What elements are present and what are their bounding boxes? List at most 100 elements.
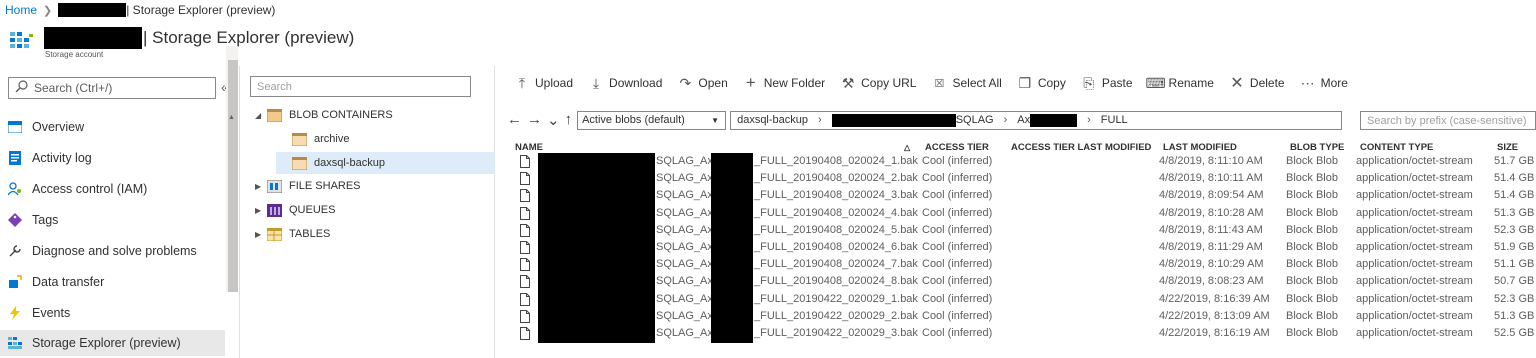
storage-explorer-logo-icon [10, 32, 33, 48]
tree-node-archive[interactable]: archive [292, 128, 349, 150]
nav-item-diagnose[interactable]: Diagnose and solve problems [7, 238, 225, 264]
tree-node-tables[interactable]: ▶ TABLES [255, 223, 330, 245]
overview-icon [7, 119, 23, 135]
up-arrow-icon[interactable]: ↑ [565, 111, 573, 129]
nav-item-access-control[interactable]: Access control (IAM) [7, 176, 225, 202]
menu-scrollbar-thumb[interactable] [228, 60, 238, 292]
column-header-access-tier-last-modified[interactable]: ACCESS TIER LAST MODIFIED [1011, 142, 1151, 153]
scroll-up-arrow-icon[interactable]: ▲ [228, 114, 235, 121]
column-header-access-tier[interactable]: ACCESS TIER [925, 142, 989, 153]
menu-search-placeholder: Search (Ctrl+/) [34, 81, 113, 95]
blob-row[interactable]: SQLAG_Ax _FULL_20190408_020024_4.bak Cool … [496, 204, 1536, 223]
tree-node-file-shares[interactable]: ▶ FILE SHARES [255, 175, 361, 197]
collapsed-triangle-icon: ▶ [255, 205, 262, 215]
rename-button[interactable]: ⌨ Rename [1145, 74, 1213, 92]
nav-item-overview[interactable]: Overview [7, 114, 225, 140]
content-type-cell: application/octet-stream [1356, 155, 1473, 167]
chevron-down-icon[interactable]: ⌄ [547, 111, 560, 129]
redacted-name-middle [711, 273, 753, 292]
tree-node-blob-containers[interactable]: ◢ BLOB CONTAINERS [255, 104, 393, 126]
path-chevron-icon: › [1087, 114, 1091, 126]
more-button[interactable]: ⋯ More [1300, 75, 1348, 92]
path-segment-sqlag[interactable]: SQLAG [956, 114, 994, 126]
redacted-name-middle [711, 204, 753, 223]
column-header-content-type[interactable]: CONTENT TYPE [1360, 142, 1433, 153]
upload-button[interactable]: ⤒ Upload [514, 75, 573, 92]
menu-search-input[interactable]: Search (Ctrl+/) [8, 77, 216, 99]
size-cell: 51.3 GB [1494, 206, 1535, 219]
rename-icon: ⌨ [1145, 74, 1166, 91]
blob-row[interactable]: SQLAG_Ax _FULL_20190408_020024_6.bak Cool … [496, 239, 1536, 258]
blob-row[interactable]: SQLAG_Ax _FULL_20190422_020029_1.bak Cool … [496, 290, 1536, 309]
content-type-cell: application/octet-stream [1356, 258, 1473, 271]
blob-name-suffix: _FULL_20190408_020024_6.bak [754, 241, 918, 253]
tree-node-daxsql-backup[interactable]: daxsql-backup [276, 152, 495, 174]
redacted-path-segment [831, 113, 956, 127]
copy-url-button[interactable]: ⚒ Copy URL [840, 75, 917, 92]
column-header-name[interactable]: NAME [515, 142, 543, 153]
blob-name-part: SQLAG_Ax [656, 155, 713, 167]
forward-arrow-icon[interactable]: → [527, 111, 542, 129]
tree-node-queues[interactable]: ▶ QUEUES [255, 199, 335, 221]
blob-name-suffix: _FULL_20190422_020029_2.bak [754, 309, 918, 322]
paste-button[interactable]: ⎘ Paste [1081, 74, 1133, 92]
path-segment-ax[interactable]: Ax [1017, 114, 1030, 126]
open-button[interactable]: ↷ Open [677, 75, 728, 92]
select-all-button[interactable]: ☒ Select All [931, 76, 1002, 90]
file-icon [520, 189, 530, 203]
nav-item-events[interactable]: Events [7, 300, 225, 326]
last-modified-cell: 4/8/2019, 8:10:28 AM [1159, 206, 1264, 219]
nav-item-storage-explorer[interactable]: Storage Explorer (preview) [0, 330, 225, 356]
delete-label: Delete [1249, 76, 1285, 90]
breadcrumb-home-link[interactable]: Home [5, 3, 37, 17]
nav-item-activity-log[interactable]: Activity log [7, 145, 225, 171]
access-tier-cell: Cool (inferred) [922, 327, 993, 339]
blob-name-suffix: _FULL_20190408_020024_2.bak [754, 172, 918, 185]
delete-button[interactable]: ✕ Delete [1229, 73, 1285, 93]
content-type-cell: application/octet-stream [1356, 223, 1473, 236]
blob-row[interactable]: SQLAG_Ax _FULL_20190408_020024_5.bak Cool … [496, 221, 1536, 240]
column-header-last-modified[interactable]: LAST MODIFIED [1163, 142, 1237, 153]
back-arrow-icon[interactable]: ← [507, 111, 522, 129]
last-modified-cell: 4/8/2019, 8:08:23 AM [1159, 275, 1264, 288]
column-header-size[interactable]: SIZE [1497, 142, 1518, 153]
copy-button[interactable]: ❐ Copy [1017, 75, 1066, 92]
prefix-search-input[interactable]: Search by prefix (case-sensitive) [1360, 111, 1536, 130]
path-input[interactable]: daxsql-backup › SQLAG › Ax › FULL [730, 110, 1343, 130]
command-bar: ⤒ Upload ⤓ Download ↷ Open + New Folder ⚒ Cop… [496, 66, 1536, 100]
last-modified-cell: 4/8/2019, 8:11:43 AM [1159, 223, 1263, 236]
tree-label: archive [314, 133, 350, 145]
blob-row[interactable]: SQLAG_Ax _FULL_20190408_020024_1.bak Cool … [496, 153, 1536, 172]
blob-name-suffix: _FULL_20190408_020024_3.bak [754, 189, 918, 202]
new-folder-button[interactable]: + New Folder [743, 73, 825, 93]
redacted-name-prefix [538, 170, 655, 189]
file-icon [520, 172, 530, 186]
container-folder-icon [267, 108, 282, 122]
column-header-blob-type[interactable]: BLOB TYPE [1290, 142, 1344, 153]
blob-row[interactable]: SQLAG_Ax _FULL_20190422_020029_2.bak Cool … [496, 307, 1536, 326]
blob-row[interactable]: SQLAG_Ax _FULL_20190408_020024_2.bak Cool … [496, 170, 1536, 189]
blob-browser: ⤒ Upload ⤓ Download ↷ Open + New Folder ⚒ Cop… [496, 66, 1536, 358]
sort-ascending-icon[interactable]: △ [904, 143, 910, 152]
blob-filter-select[interactable]: Active blobs (default) ▼ [577, 110, 727, 130]
blob-name-suffix: _FULL_20190408_020024_7.bak [754, 258, 918, 271]
redacted-name-middle [711, 187, 753, 206]
blob-row[interactable]: SQLAG_Ax _FULL_20190408_020024_3.bak Cool … [496, 187, 1536, 206]
blob-row[interactable]: SQLAG_Ax _FULL_20190422_020029_3.bak Cool … [496, 325, 1536, 344]
blob-type-cell: Block Blob [1286, 155, 1338, 167]
download-button[interactable]: ⤓ Download [588, 75, 662, 92]
storage-explorer-window: Home ❯ | Storage Explorer (preview) | St… [0, 0, 1536, 358]
nav-item-label: Storage Explorer (preview) [32, 336, 181, 350]
blob-row[interactable]: SQLAG_Ax _FULL_20190408_020024_7.bak Cool … [496, 256, 1536, 275]
access-tier-cell: Cool (inferred) [922, 206, 993, 219]
path-segment-root[interactable]: daxsql-backup [737, 114, 808, 126]
nav-item-label: Overview [32, 120, 85, 134]
redacted-name-prefix [538, 273, 655, 292]
paste-icon: ⎘ [1083, 74, 1095, 91]
blob-row[interactable]: SQLAG_Ax _FULL_20190408_020024_8.bak Cool … [496, 273, 1536, 292]
path-segment-full[interactable]: FULL [1101, 114, 1128, 126]
nav-item-tags[interactable]: Tags [7, 207, 225, 233]
paste-label: Paste [1101, 76, 1133, 90]
nav-item-data-transfer[interactable]: Data transfer [7, 269, 225, 295]
tree-search-input[interactable]: Search [250, 76, 471, 97]
